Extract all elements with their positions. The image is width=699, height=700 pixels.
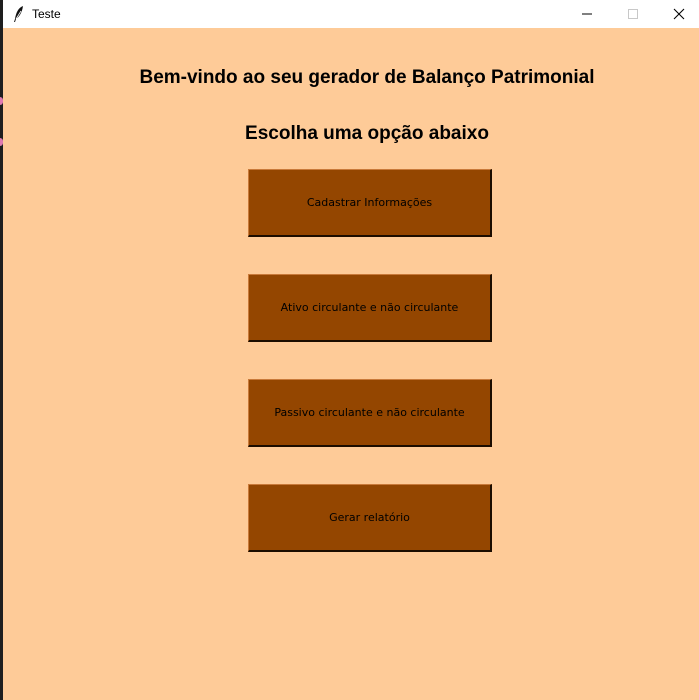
feather-icon <box>14 6 23 22</box>
welcome-heading: Bem-vindo ao seu gerador de Balanço Patr… <box>139 67 595 88</box>
choose-option-heading: Escolha uma opção abaixo <box>245 123 489 144</box>
window-title: Teste <box>32 7 61 21</box>
close-icon <box>673 8 685 20</box>
register-info-button[interactable]: Cadastrar Informações <box>248 169 492 237</box>
current-assets-button[interactable]: Ativo circulante e não circulante <box>248 274 492 342</box>
minimize-icon <box>582 13 592 15</box>
main-content: Bem-vindo ao seu gerador de Balanço Patr… <box>3 28 699 700</box>
generate-report-button[interactable]: Gerar relatório <box>248 484 492 552</box>
app-window: Teste Bem-vindo ao seu gerador de Balanç… <box>3 0 699 700</box>
maximize-icon <box>628 9 638 19</box>
title-bar[interactable]: Teste <box>3 0 699 28</box>
close-button[interactable] <box>656 0 699 28</box>
maximize-button[interactable] <box>610 0 656 28</box>
current-liabilities-button[interactable]: Passivo circulante e não circulante <box>248 379 492 447</box>
minimize-button[interactable] <box>564 0 610 28</box>
